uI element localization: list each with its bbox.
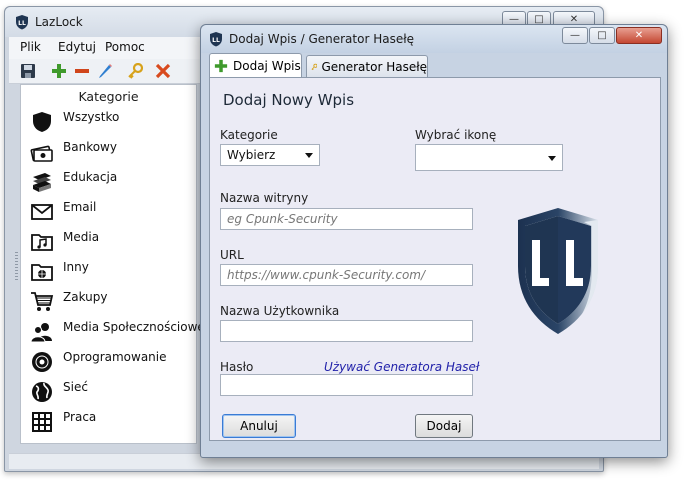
category-label: Edukacja (63, 170, 118, 184)
category-item-media[interactable]: Media (21, 227, 196, 257)
chevron-down-icon (305, 153, 313, 158)
category-panel: Kategorie Wszystko Bankowy Edukacja Emai… (20, 84, 205, 444)
key-icon (311, 63, 318, 70)
window-title: LazLock (35, 15, 83, 29)
category-label: Zakupy (63, 290, 108, 304)
dialog-maximize-button[interactable]: □ (589, 27, 615, 44)
close-icon: ✕ (634, 30, 644, 41)
url-label: URL (220, 248, 244, 262)
dialog-close-button[interactable]: ✕ (616, 27, 662, 44)
shield-icon (33, 112, 51, 132)
category-item-siec[interactable]: Sieć (21, 377, 196, 407)
category-item-media-spolecznosciowe[interactable]: Media Społecznościowe (21, 317, 205, 347)
password-input[interactable] (220, 374, 473, 396)
username-input[interactable] (220, 320, 473, 342)
money-icon (30, 145, 53, 162)
category-label: Bankowy (63, 140, 117, 154)
icon-select[interactable] (415, 144, 563, 171)
tab-label: Dodaj Wpis (233, 58, 301, 73)
music-folder-icon (31, 234, 53, 251)
delete-icon[interactable] (155, 63, 171, 79)
splitter-handle[interactable] (15, 252, 18, 282)
tab-generator-hasel[interactable]: Generator Hasełę (306, 55, 428, 77)
lazlock-shield-logo (518, 208, 598, 334)
category-item-wszystko[interactable]: Wszystko (21, 107, 196, 137)
category-select[interactable]: Wybierz (220, 144, 320, 166)
tab-dodaj-wpis[interactable]: Dodaj Wpis (209, 53, 302, 77)
category-label: Inny (63, 260, 89, 274)
save-icon[interactable] (20, 63, 36, 79)
svg-text:LL: LL (212, 37, 220, 44)
calculator-icon (32, 412, 52, 432)
site-name-input[interactable]: eg Cpunk-Security (220, 208, 473, 230)
add-entry-dialog: LL Dodaj Wpis / Generator Hasełę — □ ✕ D… (200, 24, 668, 458)
books-icon (33, 173, 51, 192)
category-item-inny[interactable]: Inny (21, 257, 196, 287)
category-item-edukacja[interactable]: Edukacja (21, 167, 196, 197)
use-generator-link[interactable]: Używać Generatora Haseł (324, 360, 479, 374)
menu-plik[interactable]: Plik (20, 40, 41, 54)
category-label: Kategorie (220, 128, 278, 142)
add-button[interactable]: Dodaj (415, 414, 473, 438)
key-icon[interactable] (127, 63, 143, 79)
category-item-oprogramowanie[interactable]: Oprogramowanie (21, 347, 196, 377)
svg-text:LL: LL (18, 20, 26, 27)
category-label: Media Społecznościowe (63, 320, 205, 334)
app-logo-icon: LL (210, 32, 222, 47)
envelope-icon (31, 204, 53, 220)
category-label: Wszystko (63, 110, 120, 124)
form-heading: Dodaj Nowy Wpis (223, 91, 355, 109)
dialog-title: Dodaj Wpis / Generator Hasełę (229, 32, 414, 46)
category-label: Email (63, 200, 97, 214)
category-item-email[interactable]: Email (21, 197, 196, 227)
chevron-down-icon (548, 156, 556, 161)
globe-icon (32, 382, 52, 402)
category-label: Oprogramowanie (63, 350, 167, 364)
globe-folder-icon (31, 264, 53, 281)
dialog-minimize-button[interactable]: — (562, 27, 588, 44)
people-icon (30, 323, 52, 343)
category-label: Praca (63, 410, 97, 424)
remove-icon[interactable] (74, 63, 90, 79)
tab-label: Generator Hasełę (321, 59, 427, 74)
dialog-content: Dodaj Nowy Wpis Kategorie Wybierz Wybrać… (209, 77, 661, 441)
add-icon (214, 59, 228, 72)
app-logo-icon: LL (16, 15, 28, 30)
category-item-bankowy[interactable]: Bankowy (21, 137, 196, 167)
dialog-tabs: Dodaj Wpis Generator Hasełę (209, 53, 661, 77)
minimize-icon: — (570, 30, 580, 41)
cancel-button[interactable]: Anuluj (222, 414, 296, 438)
category-select-value: Wybierz (227, 148, 276, 162)
site-name-label: Nazwa witryny (220, 191, 309, 205)
icon-label: Wybrać ikonę (415, 128, 497, 142)
edit-icon[interactable] (97, 63, 113, 79)
url-input[interactable]: https://www.cpunk-Security.com/ (220, 264, 473, 286)
category-header: Kategorie (78, 89, 139, 104)
add-icon[interactable] (51, 63, 67, 79)
username-label: Nazwa Użytkownika (220, 304, 340, 318)
category-item-zakupy[interactable]: Zakupy (21, 287, 196, 317)
category-item-praca[interactable]: Praca (21, 407, 196, 437)
category-label: Media (63, 230, 100, 244)
disc-icon (32, 352, 52, 372)
cart-icon (31, 292, 54, 311)
menu-pomoc[interactable]: Pomoc (105, 40, 145, 54)
category-label: Sieć (63, 380, 88, 394)
dialog-title-bar: LL Dodaj Wpis / Generator Hasełę — □ ✕ (201, 25, 667, 53)
maximize-icon: □ (597, 30, 607, 41)
menu-edytuj[interactable]: Edytuj (58, 40, 96, 54)
password-label: Hasło (220, 360, 254, 374)
